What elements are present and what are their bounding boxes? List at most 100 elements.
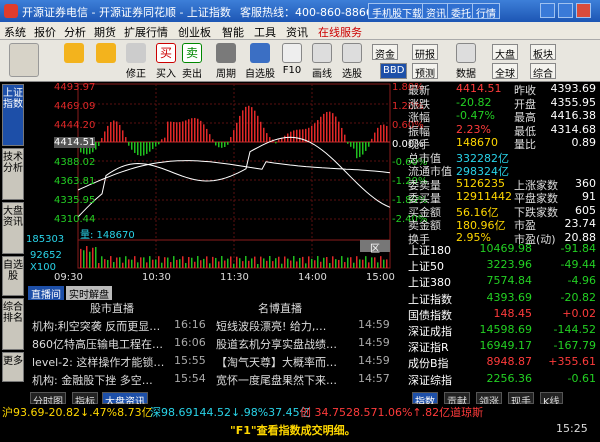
- sell-icon: 卖: [182, 43, 202, 63]
- buy-button[interactable]: 买买入: [152, 42, 180, 80]
- tab-ticks[interactable]: 现手: [508, 392, 534, 408]
- vertical-tabs: 上证指数 技术分析 大盘资讯 自选股 综合排名 更多: [0, 82, 26, 392]
- time-tick: 14:00: [298, 272, 327, 283]
- close-icon[interactable]: [576, 3, 591, 18]
- index-row[interactable]: 深证成指 14598.69 -144.52: [408, 323, 598, 338]
- news-item[interactable]: 860亿特高压输电工程在… 16:06 股道玄机分享实盘战绩… 14:59: [32, 336, 402, 354]
- data-button[interactable]: 数据: [452, 42, 480, 80]
- vol-axis-label: 185303: [26, 234, 65, 245]
- order-button[interactable]: 委托: [447, 3, 475, 20]
- home-button[interactable]: [6, 42, 42, 80]
- news-item[interactable]: 机构:利空突袭 反而更显… 16:16 短线波段漂亮! 给力,… 14:59: [32, 318, 402, 336]
- tab-realtime[interactable]: 实时解盘: [66, 286, 112, 301]
- bbd-button[interactable]: BBD: [380, 63, 408, 79]
- revise-icon: [126, 43, 146, 63]
- tab-market-news[interactable]: 大盘资讯: [2, 202, 24, 254]
- tab-contribution[interactable]: 贡献: [444, 392, 470, 408]
- toolbar: 修正 买买入 卖卖出 周期 自选股 F10 画线 选股 资金 BBD 研报 预测…: [0, 40, 600, 82]
- bottom-tabs: 分时图 指标 大盘资讯 指数 贡献 领涨 现手 K线: [0, 392, 600, 408]
- quote-row: 流通市值 298324亿: [408, 165, 509, 178]
- maximize-icon[interactable]: [558, 3, 573, 18]
- menu-futures[interactable]: 期货: [94, 24, 116, 40]
- news-item[interactable]: 机构: 金融股下挫 多空… 15:54 宽怀一度尾盘果然下来… 14:57: [32, 372, 402, 390]
- index-row[interactable]: 深证综指 2256.36 -0.61: [408, 372, 598, 387]
- forecast-button[interactable]: 预测: [412, 63, 438, 80]
- research-button[interactable]: 研报: [412, 44, 438, 61]
- sell-button[interactable]: 卖卖出: [178, 42, 206, 80]
- menu-analysis[interactable]: 分析: [64, 24, 86, 40]
- forward-button[interactable]: [92, 42, 120, 80]
- range-tool-button[interactable]: 区: [360, 240, 390, 255]
- quote-row: 涨跌 -20.82 开盘 4355.95: [408, 95, 596, 111]
- news-item[interactable]: level-2: 这样操作才能锁… 15:55 【淘气天尊】大概率而… 14:59: [32, 354, 402, 372]
- f10-button[interactable]: F10: [278, 42, 306, 80]
- menu-bar: 系统 报价 分析 期货 扩展行情 创业板 智能 工具 资讯 在线服务: [0, 22, 600, 40]
- tab-index[interactable]: 指数: [412, 392, 438, 408]
- menu-quote[interactable]: 报价: [34, 24, 56, 40]
- watchlist-button[interactable]: 自选股: [244, 42, 276, 80]
- fund-button[interactable]: 资金: [372, 44, 398, 61]
- sector-button[interactable]: 板块: [530, 44, 556, 61]
- menu-online[interactable]: 在线服务: [318, 24, 362, 40]
- left-axis-label: 4363.81: [54, 176, 96, 187]
- index-row[interactable]: 上证180 10469.98 -91.84: [408, 242, 598, 257]
- tip-text: "F1"查看指数成交明细。: [230, 424, 356, 437]
- intraday-chart[interactable]: 4493.97 4469.09 4444.20 4414.51 4388.02 …: [26, 82, 427, 294]
- tab-indicator[interactable]: 指标: [72, 392, 98, 408]
- quote-row: 委卖量 5126235 上涨家数 360: [408, 176, 596, 192]
- index-row[interactable]: 上证50 3223.96 -49.44: [408, 258, 598, 273]
- header-stock-live: 股市直播: [90, 302, 134, 315]
- global-button[interactable]: 全球: [492, 63, 518, 80]
- left-axis-label: 4335.95: [54, 195, 96, 206]
- minimize-icon[interactable]: [540, 3, 555, 18]
- tab-live[interactable]: 直播间: [28, 286, 64, 301]
- tab-leaders[interactable]: 领涨: [476, 392, 502, 408]
- composite-button[interactable]: 综合: [530, 63, 556, 80]
- clock: 15:25: [556, 422, 588, 435]
- menu-info[interactable]: 资讯: [286, 24, 308, 40]
- index-ticker[interactable]: 沪93.69-20.82↓.47%8.73亿 深98.69144.52↓.98%…: [0, 404, 600, 419]
- back-button[interactable]: [60, 42, 88, 80]
- index-row[interactable]: 成份B指 8948.87 +355.61: [408, 355, 598, 370]
- news-button[interactable]: 资讯: [422, 3, 450, 20]
- star-icon: [250, 43, 270, 63]
- index-row[interactable]: 深证指R 16949.17 -167.79: [408, 339, 598, 354]
- chart-svg: [77, 83, 391, 269]
- period-button[interactable]: 周期: [212, 42, 240, 80]
- volume-label: 量: 148670: [80, 230, 135, 241]
- vol-axis-label: 92652: [30, 250, 62, 261]
- quote-row: 涨幅 -0.47% 最高 4416.38: [408, 109, 596, 124]
- mobile-download-button[interactable]: 手机股下载: [368, 3, 426, 20]
- menu-extended[interactable]: 扩展行情: [124, 24, 168, 40]
- tab-sh-index[interactable]: 上证指数: [2, 84, 24, 146]
- index-row[interactable]: 上证指数 4393.69 -20.82: [408, 291, 598, 306]
- quote-button[interactable]: 行情: [472, 3, 500, 20]
- tab-market-info[interactable]: 大盘资讯: [102, 392, 148, 408]
- index-row[interactable]: 上证380 7574.84 -4.96: [408, 274, 598, 289]
- menu-smart[interactable]: 智能: [222, 24, 244, 40]
- stock-picker-button[interactable]: 选股: [338, 42, 366, 80]
- tab-kline[interactable]: K线: [540, 392, 563, 408]
- revise-button[interactable]: 修正: [122, 42, 150, 80]
- menu-gem[interactable]: 创业板: [178, 24, 211, 40]
- quote-row: 现手 148670 量比 0.89: [408, 136, 596, 151]
- menu-tools[interactable]: 工具: [254, 24, 276, 40]
- tab-intraday[interactable]: 分时图: [30, 392, 66, 408]
- left-axis-label: 4388.02: [54, 157, 96, 168]
- index-row[interactable]: 国债指数 148.45 +0.02: [408, 307, 598, 322]
- tab-more[interactable]: 更多: [2, 352, 24, 382]
- tab-technical[interactable]: 技术分析: [2, 148, 24, 200]
- quote-row: 买金额 56.16亿 下跌家数 605: [408, 203, 596, 219]
- market-button[interactable]: 大盘: [492, 44, 518, 61]
- drawline-icon: [312, 43, 332, 63]
- time-tick: 09:30: [54, 272, 83, 283]
- menu-system[interactable]: 系统: [4, 24, 26, 40]
- drawline-button[interactable]: 画线: [308, 42, 336, 80]
- tab-watchlist[interactable]: 自选股: [2, 256, 24, 296]
- title-bar: 开源证券电信 - 开源证券同花顺 - 上证指数 客服热线：400-860-886…: [0, 0, 600, 22]
- hotline-text: 客服热线：400-860-8866: [240, 6, 373, 19]
- news-panel: 直播间 实时解盘 股市直播 名博直播 机构:利空突袭 反而更显… 16:16 短线…: [26, 286, 406, 392]
- tab-ranking[interactable]: 综合排名: [2, 298, 24, 350]
- time-tick: 15:00: [366, 272, 395, 283]
- quote-row: 委买量 12911442 平盘家数 91: [408, 190, 596, 205]
